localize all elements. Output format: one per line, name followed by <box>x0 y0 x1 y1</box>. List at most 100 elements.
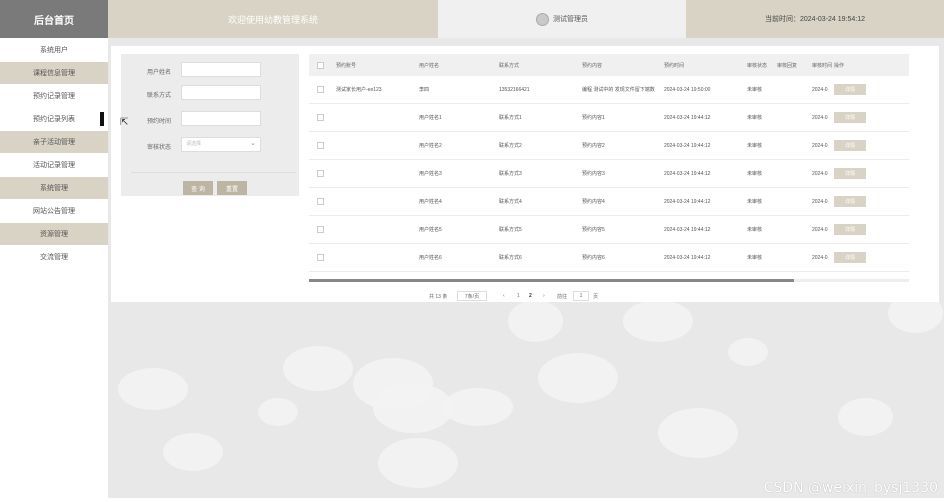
column-header: 操作 <box>834 62 845 69</box>
row-checkbox[interactable] <box>317 76 324 103</box>
field-label: 用户姓名 <box>146 70 171 76</box>
column-header: 联系方式 <box>499 62 520 69</box>
welcome-text: 欢迎使用幼教管理系统 <box>108 0 438 38</box>
cell-status: 未审核 <box>747 115 763 121</box>
table-row: 用户姓名4 联系方式4 预约内容4 2024-03-24 19:44:12 未审… <box>309 188 909 216</box>
sidebar-item-label: 课程信息管理 <box>33 70 75 77</box>
cell-audit-time: 2024-0 <box>812 114 828 121</box>
row-checkbox[interactable] <box>317 104 324 131</box>
cell-content: 编程 测试中的 发现文件留下端数 <box>582 87 655 93</box>
row-checkbox[interactable] <box>317 160 324 187</box>
cell-content: 预约内容4 <box>582 199 605 205</box>
background-bubble <box>538 353 618 403</box>
page-size-select[interactable]: 7条/页 <box>457 291 487 301</box>
mouse-cursor-icon: ⇱ <box>120 117 129 128</box>
detail-button[interactable]: 详情 <box>834 84 866 95</box>
phone-input[interactable] <box>181 85 261 100</box>
cell-phone: 联系方式4 <box>499 199 522 205</box>
sidebar-item-notice[interactable]: 网站公告管理 <box>0 200 108 222</box>
cell-action: 详情 <box>834 244 866 271</box>
current-time: 当前时间：2024-03-24 19:54:12 <box>686 0 944 38</box>
cell-audit-time: 2024-0 <box>812 198 828 205</box>
goto-input[interactable]: 1 <box>573 291 589 301</box>
booking-time-input[interactable] <box>181 111 261 126</box>
column-header: 预约内容 <box>582 62 603 69</box>
sidebar-item-resource[interactable]: 资源管理 <box>0 223 108 245</box>
divider <box>131 172 296 173</box>
search-form: 用户姓名 联系方式 预约时间 审核状态 请选择 查 询 重置 <box>121 54 299 196</box>
background-bubble <box>728 338 768 366</box>
detail-button[interactable]: 详情 <box>834 196 866 207</box>
row-checkbox[interactable] <box>317 216 324 243</box>
admin-user[interactable]: 测试管理员 <box>438 0 686 38</box>
status-select[interactable]: 请选择 <box>181 137 261 152</box>
detail-button[interactable]: 详情 <box>834 168 866 179</box>
sidebar-item-exchange[interactable]: 交流管理 <box>0 246 108 268</box>
content-panel: 用户姓名 联系方式 预约时间 审核状态 请选择 查 询 重置 预约账号 <box>111 46 939 302</box>
background-bubble <box>118 368 188 410</box>
cell-time: 2024-03-24 19:44:12 <box>664 114 711 121</box>
row-checkbox[interactable] <box>317 132 324 159</box>
page-1[interactable]: 1 <box>517 293 520 299</box>
cell-phone: 联系方式2 <box>499 143 522 149</box>
select-all-checkbox[interactable] <box>317 54 324 76</box>
prev-page-button[interactable]: ‹ <box>503 293 505 299</box>
sidebar-item-activity[interactable]: 亲子活动管理 <box>0 131 108 153</box>
admin-name: 测试管理员 <box>553 16 588 23</box>
sidebar-item-label: 交流管理 <box>40 254 68 261</box>
sidebar-item-system[interactable]: 系统管理 <box>0 177 108 199</box>
table-row: 用户姓名2 联系方式2 预约内容2 2024-03-24 19:44:12 未审… <box>309 132 909 160</box>
logo[interactable]: 后台首页 <box>0 0 108 38</box>
sidebar-item-label: 活动记录管理 <box>33 162 75 169</box>
watermark: CSDN @weixin_bysj1330 <box>763 480 938 496</box>
background-bubble <box>508 300 563 342</box>
cell-action: 详情 <box>834 216 866 243</box>
detail-button[interactable]: 详情 <box>834 252 866 263</box>
column-header: 审核回复 <box>777 62 798 69</box>
cell-audit-time: 2024-0 <box>812 86 828 93</box>
sidebar: 系统用户 课程信息管理 预约记录管理 预约记录列表 亲子活动管理 活动记录管理 … <box>0 38 108 498</box>
sidebar-item-course[interactable]: 课程信息管理 <box>0 62 108 84</box>
sidebar-item-label: 系统用户 <box>40 47 68 54</box>
cell-name: 用户姓名6 <box>419 255 442 261</box>
background-bubble <box>378 438 458 488</box>
next-page-button[interactable]: › <box>543 293 545 299</box>
cell-action: 详情 <box>834 160 866 187</box>
form-row: 用户姓名 <box>121 62 299 78</box>
total-count: 共 13 条 <box>429 294 448 300</box>
cell-content: 预约内容1 <box>582 115 605 121</box>
username-input[interactable] <box>181 62 261 77</box>
sidebar-item-booking-manage[interactable]: 预约记录管理 <box>0 85 108 107</box>
detail-button[interactable]: 详情 <box>834 112 866 123</box>
sidebar-item-booking-list[interactable]: 预约记录列表 <box>0 108 108 130</box>
detail-button[interactable]: 详情 <box>834 224 866 235</box>
row-checkbox[interactable] <box>317 188 324 215</box>
field-label: 联系方式 <box>146 93 171 99</box>
row-checkbox[interactable] <box>317 244 324 271</box>
sidebar-item-label: 网站公告管理 <box>33 208 75 215</box>
detail-button[interactable]: 详情 <box>834 140 866 151</box>
cell-phone: 联系方式1 <box>499 115 522 121</box>
cell-name: 李四 <box>419 87 430 93</box>
goto-label: 前往 <box>557 294 568 300</box>
page-2[interactable]: 2 <box>529 293 532 299</box>
reset-button[interactable]: 重置 <box>217 181 247 195</box>
horizontal-scrollbar[interactable] <box>309 279 909 282</box>
sidebar-item-system-users[interactable]: 系统用户 <box>0 39 108 61</box>
cell-name: 用户姓名1 <box>419 115 442 121</box>
cell-audit-time: 2024-0 <box>812 142 828 149</box>
table-row: 用户姓名3 联系方式3 预约内容3 2024-03-24 19:44:12 未审… <box>309 160 909 188</box>
cell-status: 未审核 <box>747 255 763 261</box>
cell-content: 预约内容5 <box>582 227 605 233</box>
sidebar-item-activity-record[interactable]: 活动记录管理 <box>0 154 108 176</box>
table-row: 用户姓名5 联系方式5 预约内容5 2024-03-24 19:44:12 未审… <box>309 216 909 244</box>
cell-name: 用户姓名2 <box>419 143 442 149</box>
sidebar-item-label: 资源管理 <box>40 231 68 238</box>
scrollbar-thumb[interactable] <box>309 279 794 282</box>
pagination: 共 13 条 7条/页 ‹ 1 2 › 前往 1 页 <box>429 291 649 303</box>
cell-status: 未审核 <box>747 143 763 149</box>
search-button[interactable]: 查 询 <box>183 181 213 195</box>
cell-phone: 联系方式5 <box>499 227 522 233</box>
cell-name: 用户姓名3 <box>419 171 442 177</box>
column-header: 审核时间 <box>812 62 833 69</box>
